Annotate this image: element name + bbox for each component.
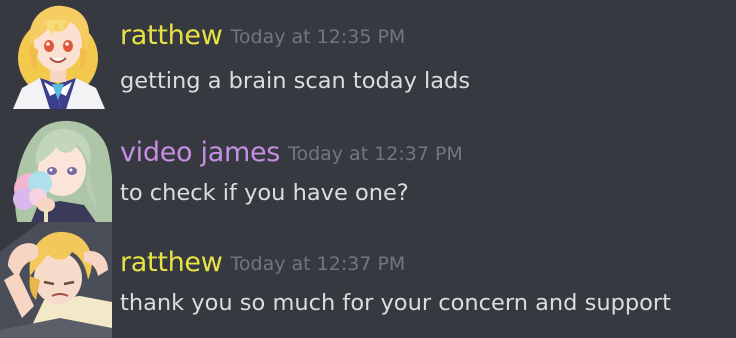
distressed-blonde-anime-avatar-icon	[0, 222, 112, 338]
username[interactable]: video james	[120, 137, 280, 168]
message-text: to check if you have one?	[120, 180, 409, 206]
message-timestamp: Today at 12:37 PM	[230, 253, 406, 275]
user-avatar[interactable]	[0, 0, 112, 116]
message-header: video james Today at 12:37 PM	[120, 139, 463, 166]
message-header: ratthew Today at 12:37 PM	[120, 249, 405, 276]
green-haired-anime-avatar-icon	[0, 109, 112, 225]
chat-message: ratthew Today at 12:35 PM getting a brain…	[0, 0, 736, 116]
message-timestamp: Today at 12:37 PM	[288, 143, 463, 165]
message-text: thank you so much for your concern and s…	[120, 290, 671, 316]
chat-message: video james Today at 12:37 PM to check if…	[0, 109, 736, 225]
message-header: ratthew Today at 12:35 PM	[120, 22, 405, 49]
message-timestamp: Today at 12:35 PM	[230, 26, 406, 48]
chat-message: ratthew Today at 12:37 PM thank you so mu…	[0, 222, 736, 338]
username[interactable]: ratthew	[120, 247, 223, 278]
username[interactable]: ratthew	[120, 20, 223, 51]
blonde-anime-avatar-icon	[0, 0, 112, 116]
message-text: getting a brain scan today lads	[120, 68, 471, 94]
user-avatar[interactable]	[0, 222, 112, 338]
chat-log: ratthew Today at 12:35 PM getting a brain…	[0, 0, 736, 338]
user-avatar[interactable]	[0, 109, 112, 225]
